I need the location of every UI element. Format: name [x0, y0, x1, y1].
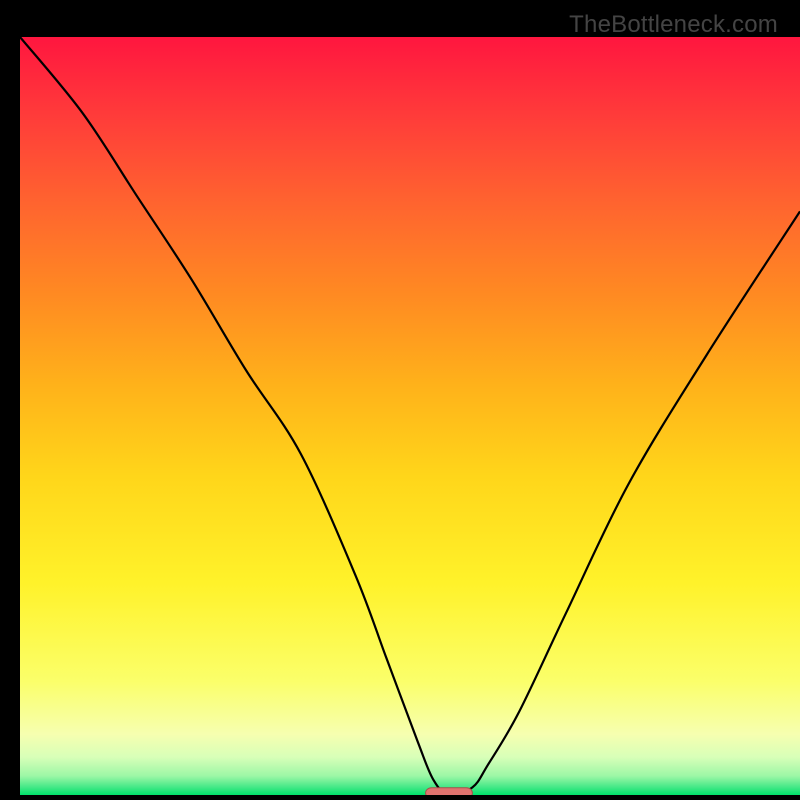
bottleneck-chart	[20, 37, 800, 795]
watermark-text: TheBottleneck.com	[569, 11, 778, 39]
gradient-background	[20, 37, 800, 795]
chart-frame: TheBottleneck.com	[10, 5, 790, 795]
optimum-marker	[426, 788, 473, 795]
plot-area	[20, 37, 800, 795]
